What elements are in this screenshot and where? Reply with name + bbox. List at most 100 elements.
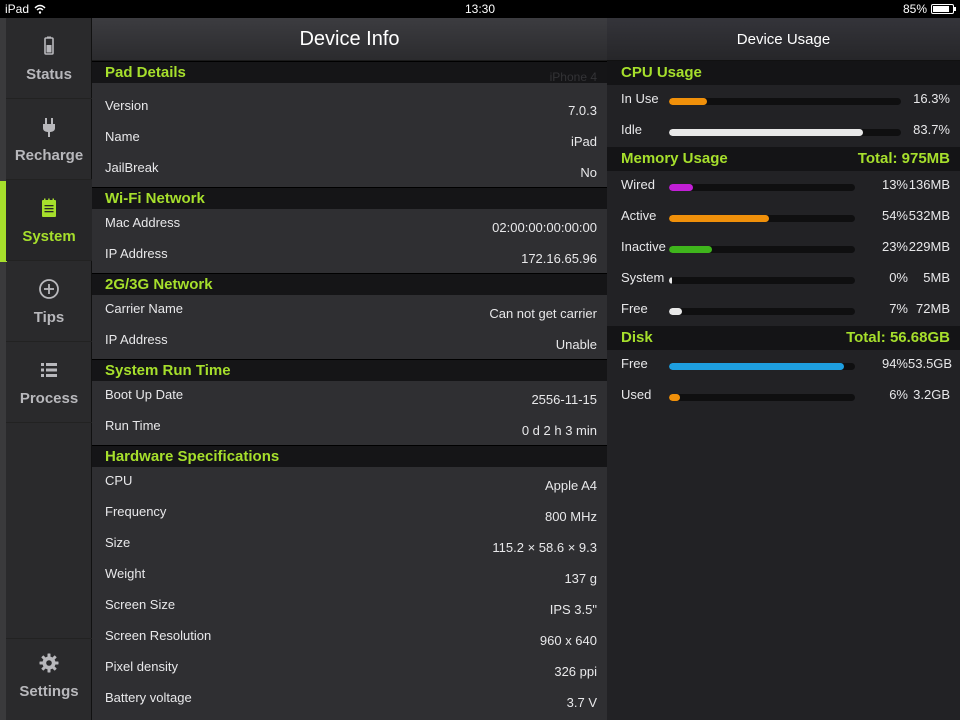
usage-size: 229MB <box>908 239 950 254</box>
usage-bar-track <box>669 184 855 191</box>
usage-bar-fill <box>669 129 864 136</box>
usage-bar-track <box>669 129 901 136</box>
usage-label: Free <box>621 356 648 371</box>
info-rows: Mac Address 02:00:00:00:00:00 IP Address 17… <box>92 209 607 273</box>
clock: 13:30 <box>464 2 496 16</box>
sidebar-item-status[interactable]: Status <box>6 18 92 99</box>
battery-icon <box>44 36 54 55</box>
usage-label: System <box>621 270 665 285</box>
usage-label: Free <box>621 301 648 316</box>
usage-bar-track <box>669 98 901 105</box>
info-value: No <box>580 165 597 180</box>
status-right: 85% <box>902 2 956 16</box>
info-row: Boot Up Date 2556-11-15 <box>92 381 607 412</box>
sidebar-item-label: Recharge <box>14 147 84 164</box>
info-label: Name <box>105 129 140 144</box>
section-title: System Run Time <box>105 362 231 379</box>
gear-icon <box>39 653 59 673</box>
device-info-panel: Device Info Pad Details iPhone 4 Version 7.… <box>92 18 607 720</box>
sidebar-item-recharge[interactable]: Recharge <box>6 99 92 180</box>
info-label: IP Address <box>105 246 168 261</box>
info-row: Battery voltage 3.7 V <box>92 684 607 715</box>
usage-percent: 23% <box>881 239 908 254</box>
usage-row: Inactive 23% 229MB <box>607 233 960 264</box>
section-header: Wi-Fi Network <box>92 187 607 209</box>
info-value: 960 x 640 <box>539 633 597 648</box>
device-info-title: Device Info <box>92 18 607 61</box>
sidebar: Status Recharge System Tips Process Sett… <box>0 18 92 720</box>
info-label: Carrier Name <box>105 301 184 316</box>
info-row: Run Time 0 d 2 h 3 min <box>92 412 607 443</box>
info-label: JailBreak <box>105 160 159 175</box>
info-label: Pixel density <box>105 659 178 674</box>
usage-percent: 94% <box>881 356 908 371</box>
usage-percent: 54% <box>881 208 908 223</box>
info-label: Mac Address <box>105 215 181 230</box>
info-label: Screen Resolution <box>105 628 212 643</box>
sidebar-item-tips[interactable]: Tips <box>6 261 92 342</box>
info-value: Unable <box>555 337 597 352</box>
usage-row: System 0% 5MB <box>607 264 960 295</box>
usage-bar-fill <box>669 363 844 370</box>
usage-size: 532MB <box>908 208 950 223</box>
device-usage-title: Device Usage <box>607 18 960 61</box>
info-label: Size <box>105 535 131 550</box>
app-root: iPad 13:30 85% Status Recharge System Ti… <box>0 0 960 720</box>
usage-percent: 13% <box>881 177 908 192</box>
info-row: Name iPad <box>92 123 607 154</box>
usage-percent: 7% <box>889 301 908 316</box>
plus-circle-icon <box>39 279 59 299</box>
usage-bar-fill <box>669 246 712 253</box>
usage-bar-track <box>669 246 855 253</box>
info-label: Weight <box>105 566 146 581</box>
info-value: 137 g <box>564 571 597 586</box>
usage-size: 136MB <box>908 177 950 192</box>
usage-row: Free 7% 72MB <box>607 295 960 326</box>
usage-bar-fill <box>669 308 683 315</box>
disk-usage-rows: Free 94% 53.5GB Used 6% 3.2GB <box>607 350 960 412</box>
info-value: 800 MHz <box>544 509 597 524</box>
info-label: Frequency <box>105 504 167 519</box>
usage-row: Free 94% 53.5GB <box>607 350 960 381</box>
usage-bar-track <box>669 308 855 315</box>
usage-row: Idle 83.7% <box>607 116 960 147</box>
section-title: Wi-Fi Network <box>105 190 205 207</box>
info-label: Screen Size <box>105 597 176 612</box>
usage-bar-fill <box>669 184 694 191</box>
info-value: Can not get carrier <box>489 306 597 321</box>
memory-usage-rows: Wired 13% 136MB Active 54% 532MB Inactive 23% 22… <box>607 171 960 326</box>
usage-size: 5MB <box>923 270 950 285</box>
info-rows: Boot Up Date 2556-11-15 Run Time 0 d 2 h 3 … <box>92 381 607 445</box>
sidebar-item-process[interactable]: Process <box>6 342 92 423</box>
usage-label: In Use <box>621 91 659 106</box>
info-label: Boot Up Date <box>105 387 184 402</box>
info-value: 02:00:00:00:00:00 <box>492 220 597 235</box>
sidebar-item-settings[interactable]: Settings <box>6 638 92 719</box>
usage-row: Active 54% 532MB <box>607 202 960 233</box>
battery-indicator-icon <box>931 4 956 14</box>
info-row: IP Address Unable <box>92 326 607 357</box>
usage-bar-track <box>669 363 855 370</box>
usage-bar-fill <box>669 394 681 401</box>
battery-percent: 85% <box>902 2 927 16</box>
section-header: 2G/3G Network <box>92 273 607 295</box>
info-row: Screen Resolution 960 x 640 <box>92 622 607 653</box>
usage-bar-fill <box>669 98 707 105</box>
ghost-device-label: iPhone 4 <box>549 70 597 84</box>
section-title: 2G/3G Network <box>105 276 213 293</box>
disk-total: Total: 56.68GB <box>846 329 950 346</box>
status-bar: iPad 13:30 85% <box>0 0 960 18</box>
sidebar-item-label: Process <box>19 390 79 407</box>
sidebar-item-system[interactable]: System <box>6 180 92 261</box>
usage-label: Idle <box>621 122 642 137</box>
info-value: 2556-11-15 <box>531 392 597 407</box>
info-value: 7.0.3 <box>568 103 597 118</box>
usage-percent: 6% <box>889 387 908 402</box>
usage-label: Used <box>621 387 652 402</box>
usage-percent: 0% <box>889 270 908 285</box>
section-header: Hardware Specifications <box>92 445 607 467</box>
sidebar-item-label: Status <box>26 66 72 83</box>
section-title: Hardware Specifications <box>105 448 280 465</box>
info-row: Weight 137 g <box>92 560 607 591</box>
plug-icon <box>43 118 55 137</box>
